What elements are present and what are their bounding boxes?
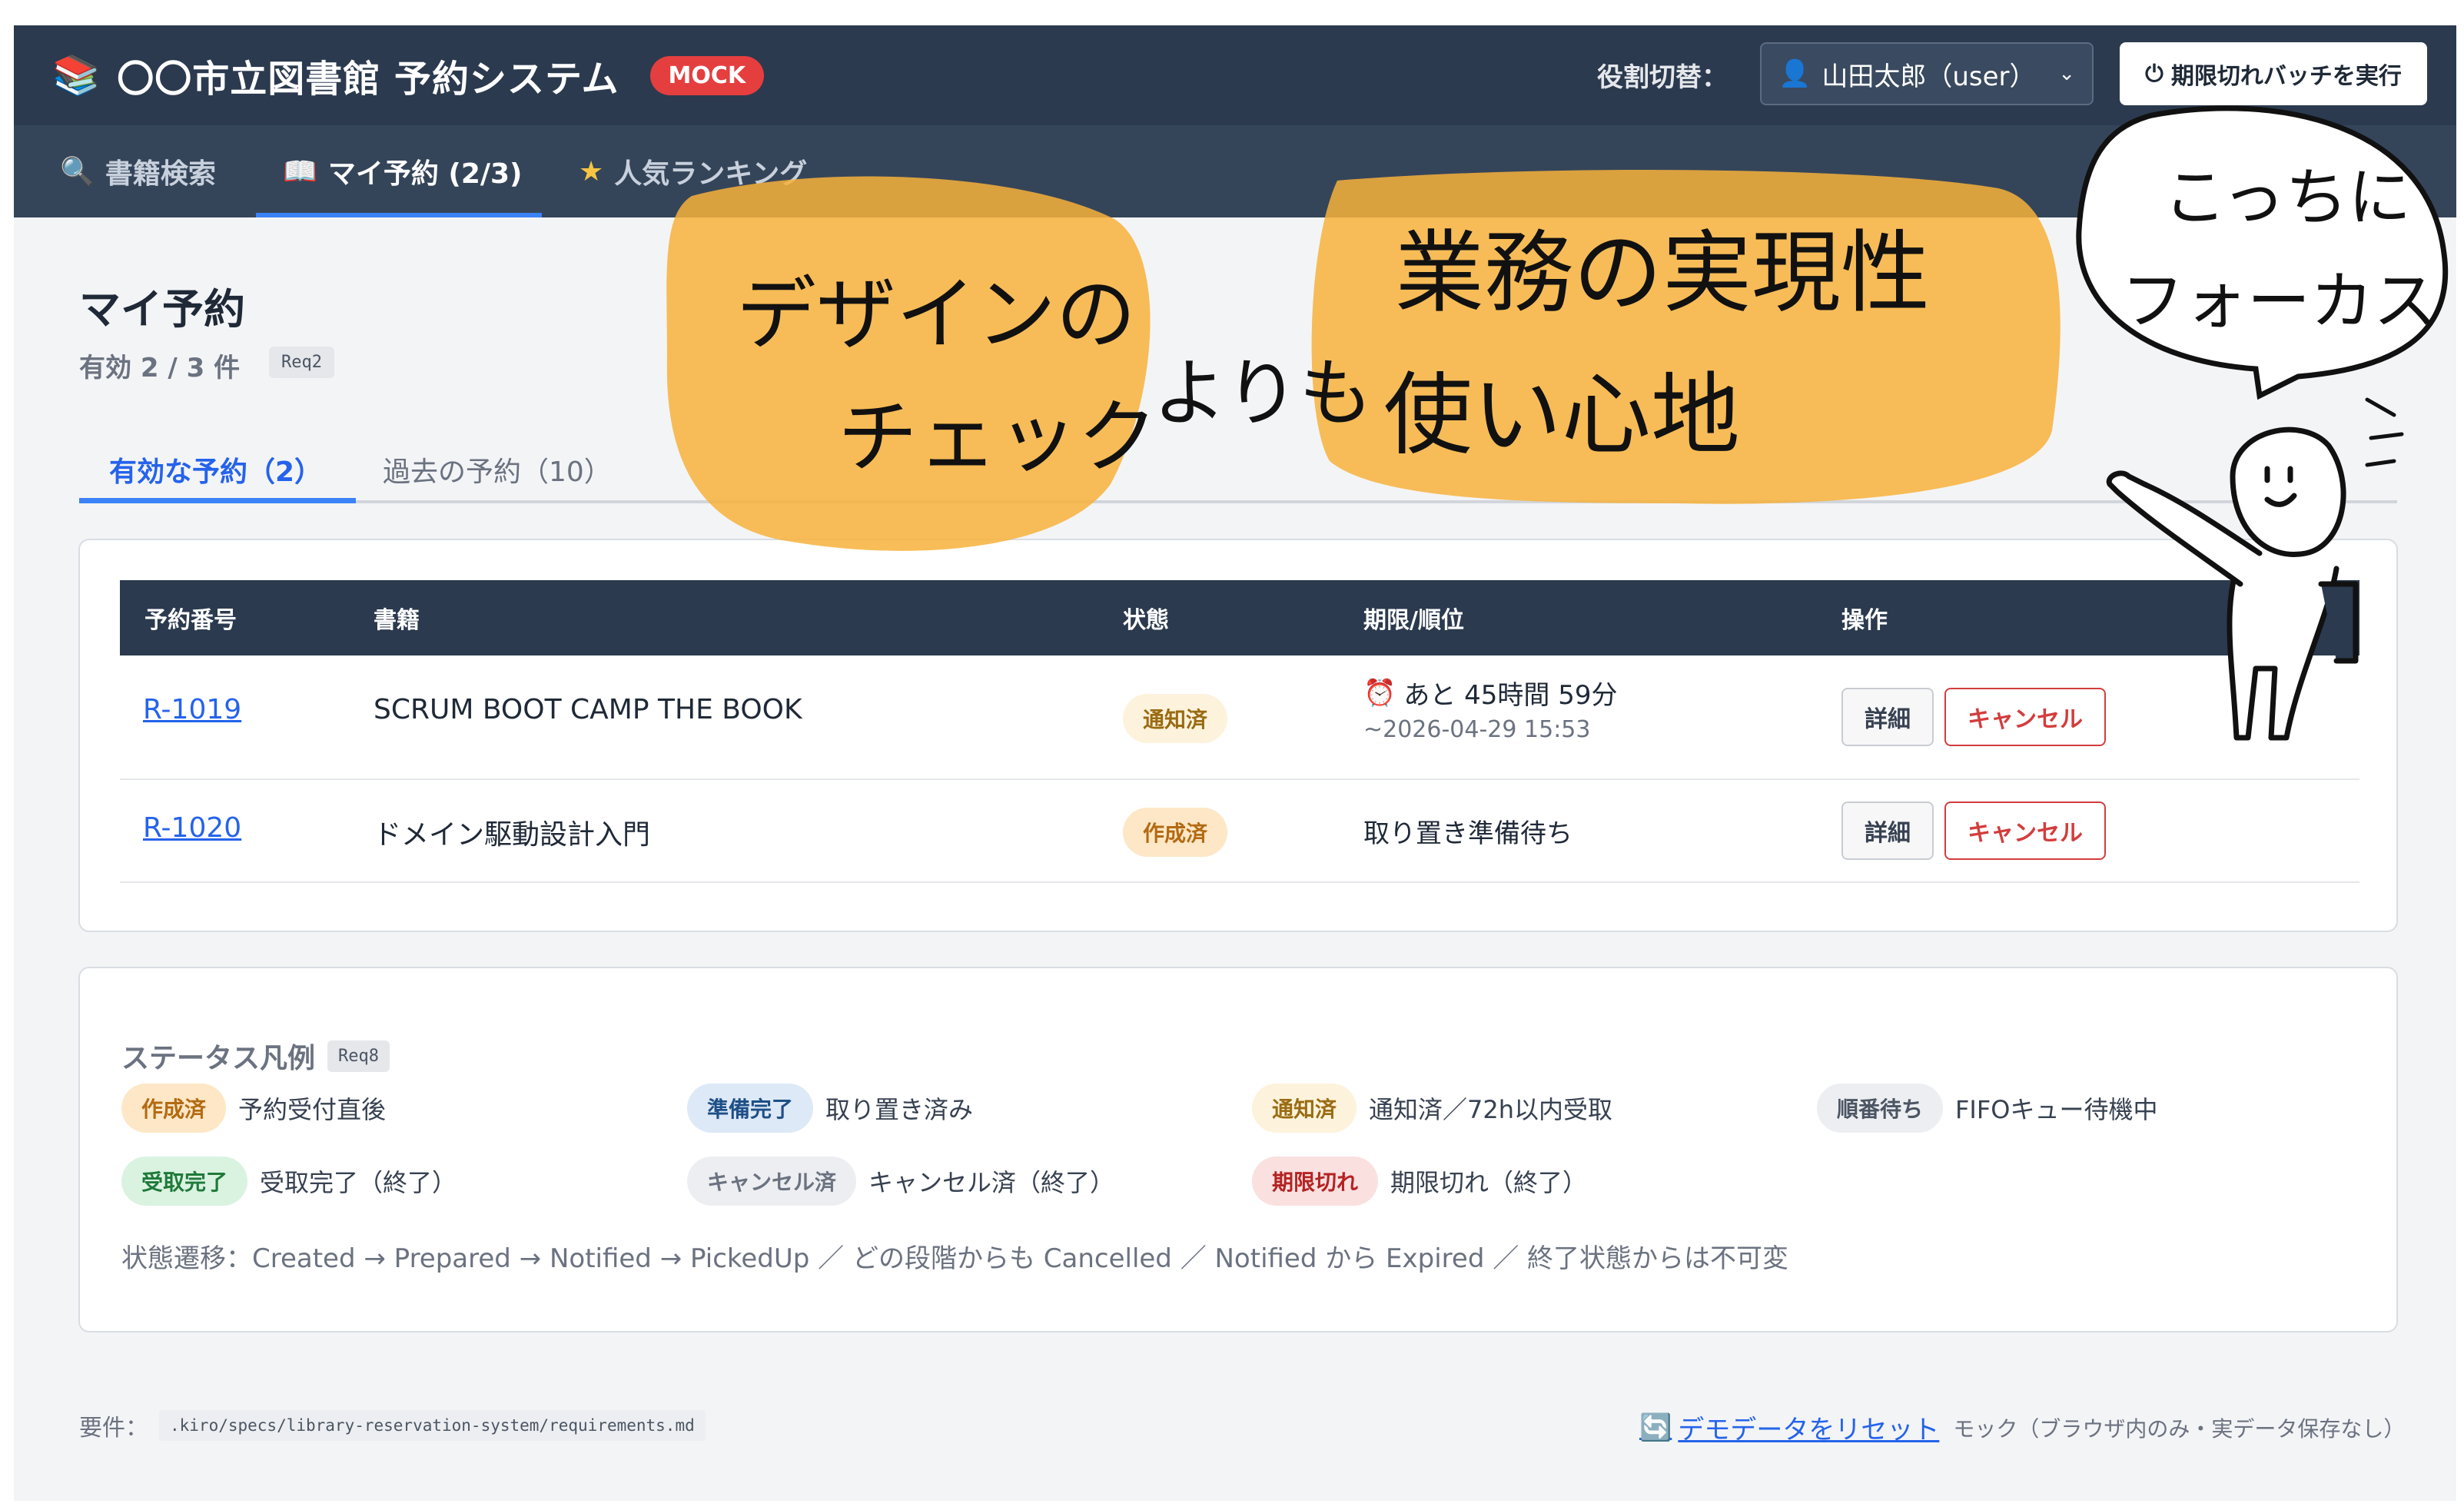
nav-active-indicator [256, 213, 542, 217]
requirement-tag: Req2 [269, 347, 334, 378]
top-header: 📚 〇〇市立図書館 予約システム MOCK 役割切替： 👤 山田太郎（user）… [14, 25, 2456, 125]
status-badge: 通知済 [1123, 694, 1228, 743]
legend-title-text: ステータス凡例 [121, 1043, 316, 1074]
app-window: 📚 〇〇市立図書館 予約システム MOCK 役割切替： 👤 山田太郎（user）… [14, 25, 2456, 1501]
nav-bar: 🔍 書籍検索 📖 マイ予約 (2/3) ★ 人気ランキング [14, 125, 2456, 217]
power-icon: ⏻ [2145, 60, 2163, 88]
status-badge: 期限切れ [1252, 1157, 1379, 1206]
reservation-id-link[interactable]: R-1020 [143, 812, 241, 844]
table-header: 予約番号 書籍 状態 期限/順位 操作 [120, 580, 2359, 655]
reset-demo-data-label: デモデータをリセット [1678, 1415, 1940, 1445]
nav-tab-book-search[interactable]: 🔍 書籍検索 [60, 125, 216, 217]
tab-past-reservations[interactable]: 過去の予約（10） [383, 450, 612, 490]
column-header: 書籍 [374, 607, 420, 634]
column-header: 予約番号 [144, 607, 237, 634]
book-title: SCRUM BOOT CAMP THE BOOK [374, 694, 802, 725]
legend-description: キャンセル済（終了） [868, 1168, 1115, 1197]
status-legend-card: ステータス凡例 Req8 作成済 予約受付直後 準備完了 取り置き済み 通知済 … [78, 967, 2398, 1332]
legend-item: 通知済 通知済／72h以内受取 [1252, 1084, 1612, 1133]
role-select[interactable]: 👤 山田太郎（user） ⌄ [1760, 42, 2094, 105]
status-badge: 通知済 [1252, 1084, 1357, 1133]
column-header: 状態 [1123, 607, 1169, 634]
mock-note: モック（ブラウザ内のみ・実データ保存なし） [1953, 1415, 2406, 1442]
table-row: R-1020 ドメイン駆動設計入門 作成済 取り置き準備待ち 詳細 キャンセル [120, 780, 2359, 883]
legend-item: 期限切れ 期限切れ（終了） [1252, 1157, 1587, 1206]
search-icon: 🔍 [60, 156, 95, 188]
cancel-button[interactable]: キャンセル [1944, 688, 2106, 746]
chevron-down-icon: ⌄ [2058, 62, 2075, 85]
reservation-id-link[interactable]: R-1019 [143, 694, 241, 725]
legend-description: 予約受付直後 [238, 1095, 387, 1124]
run-expiry-batch-label: 期限切れバッチを実行 [2170, 63, 2402, 90]
book-title: ドメイン駆動設計入門 [374, 819, 651, 851]
deadline-datetime: ~2026-04-29 15:53 [1363, 716, 1591, 743]
status-badge: 受取完了 [121, 1157, 248, 1206]
subtab-divider [79, 500, 2397, 503]
detail-button[interactable]: 詳細 [1841, 801, 1934, 860]
status-badge: 作成済 [121, 1084, 227, 1133]
state-transition-note: 状態遷移：Created → Prepared → Notified → Pic… [121, 1243, 1789, 1274]
alarm-clock-icon: ⏰ [1363, 677, 1396, 709]
run-expiry-batch-button[interactable]: ⏻ 期限切れバッチを実行 [2120, 42, 2427, 105]
detail-button[interactable]: 詳細 [1841, 688, 1934, 746]
legend-description: FIFOキュー待機中 [1955, 1095, 2158, 1124]
column-header: 操作 [1841, 607, 1888, 634]
nav-tab-label: 書籍検索 [105, 158, 216, 190]
legend-title: ステータス凡例 Req8 [121, 1036, 390, 1076]
legend-description: 取り置き済み [825, 1095, 974, 1124]
column-header: 期限/順位 [1363, 607, 1464, 634]
books-icon: 📚 [52, 53, 101, 98]
app-title: 〇〇市立図書館 予約システム [117, 58, 619, 101]
legend-description: 通知済／72h以内受取 [1369, 1095, 1613, 1124]
brand: 📚 〇〇市立図書館 予約システム MOCK [52, 48, 765, 102]
refresh-icon: 🔄 [1639, 1412, 1672, 1443]
nav-tab-label: マイ予約 (2/3) [327, 158, 523, 190]
requirements-label: 要件： [79, 1415, 148, 1442]
legend-item: 受取完了 受取完了（終了） [121, 1157, 457, 1206]
reservations-card: 予約番号 書籍 状態 期限/順位 操作 R-1019 SCRUM BOOT CA… [78, 539, 2398, 932]
status-badge: 準備完了 [687, 1084, 814, 1133]
legend-item: 順番待ち FIFOキュー待機中 [1817, 1084, 2157, 1133]
nav-tab-my-reservations[interactable]: 📖 マイ予約 (2/3) [283, 125, 523, 217]
book-icon: 📖 [283, 156, 317, 188]
cancel-button[interactable]: キャンセル [1944, 801, 2106, 860]
deadline-status: 取り置き準備待ち [1363, 818, 1572, 849]
role-select-value: 山田太郎（user） [1821, 61, 2036, 92]
tab-active-reservations[interactable]: 有効な予約（2） [109, 450, 322, 490]
status-badge: キャンセル済 [687, 1157, 857, 1206]
legend-description: 期限切れ（終了） [1390, 1168, 1588, 1197]
footer-requirements: 要件： .kiro/specs/library-reservation-syst… [79, 1409, 706, 1442]
legend-item: キャンセル済 キャンセル済（終了） [687, 1157, 1114, 1206]
legend-item: 作成済 予約受付直後 [121, 1084, 386, 1133]
user-icon: 👤 [1778, 58, 1811, 89]
status-badge: 作成済 [1123, 808, 1228, 857]
page-title: マイ予約 [79, 285, 245, 334]
footer-actions: 🔄 デモデータをリセット モック（ブラウザ内のみ・実データ保存なし） [1639, 1409, 2405, 1446]
subtab-active-indicator [79, 498, 356, 503]
mock-badge: MOCK [649, 55, 765, 95]
nav-tab-label: 人気ランキング [614, 158, 808, 190]
reset-demo-data-link[interactable]: 🔄 デモデータをリセット [1639, 1409, 1939, 1446]
status-badge: 順番待ち [1817, 1084, 1944, 1133]
requirements-path: .kiro/specs/library-reservation-system/r… [159, 1410, 706, 1441]
legend-description: 受取完了（終了） [260, 1168, 457, 1197]
nav-tab-popular-ranking[interactable]: ★ 人気ランキング [579, 125, 807, 217]
role-switch-label: 役割切替： [1597, 62, 1728, 93]
star-icon: ★ [579, 155, 604, 188]
deadline-remaining: あと 45時間 59分 [1403, 680, 1618, 711]
requirement-tag: Req8 [327, 1040, 390, 1072]
legend-item: 準備完了 取り置き済み [687, 1084, 973, 1133]
table-row: R-1019 SCRUM BOOT CAMP THE BOOK 通知済 ⏰ あと… [120, 655, 2359, 780]
reservation-count: 有効 2 / 3 件 [79, 353, 241, 383]
